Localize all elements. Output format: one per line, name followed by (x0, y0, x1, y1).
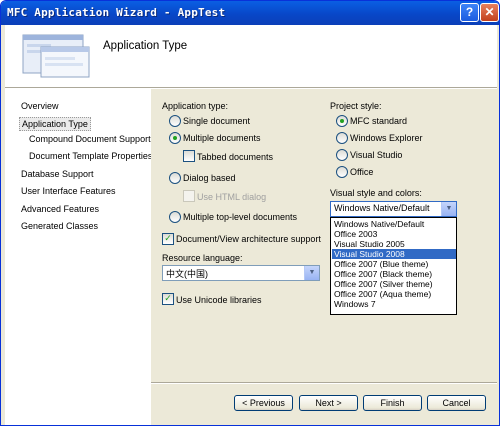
project-style-label: Project style: (330, 101, 382, 111)
wizard-nav: Overview Application Type Compound Docum… (5, 89, 152, 425)
visual-style-option[interactable]: Visual Studio 2005 (332, 239, 456, 249)
visual-style-dropdown: Windows Native/Default Office 2003 Visua… (330, 217, 457, 315)
radio-dialog-based[interactable] (169, 172, 181, 184)
page-title: Application Type (103, 40, 188, 52)
resource-language-value: 中文(中国) (166, 269, 208, 279)
nav-item-application-type[interactable]: Application Type (19, 117, 91, 131)
resource-language-label: Resource language: (162, 253, 243, 263)
footer-divider (151, 382, 497, 384)
use-html-dialog-label: Use HTML dialog (197, 192, 267, 202)
visual-style-option[interactable]: Windows Native/Default (332, 219, 456, 229)
title-bar[interactable]: MFC Application Wizard - AppTest ? ✕ (1, 1, 499, 25)
wizard-window: MFC Application Wizard - AppTest ? ✕ App… (0, 0, 500, 426)
doc-view-checkbox[interactable]: ✓ (162, 233, 174, 245)
finish-button[interactable]: Finish (363, 395, 422, 411)
mfc-standard-label[interactable]: MFC standard (350, 116, 407, 126)
visual-style-option[interactable]: Office 2007 (Blue theme) (332, 259, 456, 269)
radio-office[interactable] (336, 166, 348, 178)
previous-button[interactable]: < Previous (234, 395, 293, 411)
nav-item-advanced-features[interactable]: Advanced Features (21, 204, 99, 214)
nav-item-overview[interactable]: Overview (21, 101, 59, 111)
chevron-down-icon[interactable]: ▼ (304, 266, 319, 280)
use-html-dialog-checkbox (183, 190, 195, 202)
radio-windows-explorer[interactable] (336, 132, 348, 144)
windows-explorer-label[interactable]: Windows Explorer (350, 133, 423, 143)
radio-multiple-documents[interactable] (169, 132, 181, 144)
radio-multiple-top-level-documents[interactable] (169, 211, 181, 223)
visual-style-option[interactable]: Office 2007 (Silver theme) (332, 279, 456, 289)
visual-style-option[interactable]: Office 2007 (Black theme) (332, 269, 456, 279)
cancel-button[interactable]: Cancel (427, 395, 486, 411)
radio-visual-studio[interactable] (336, 149, 348, 161)
visual-style-option[interactable]: Windows 7 (332, 299, 456, 309)
nav-item-compound-document-support[interactable]: Compound Document Support (29, 134, 151, 144)
visual-style-option-highlighted[interactable]: Visual Studio 2008 (332, 249, 456, 259)
multiple-top-level-documents-label[interactable]: Multiple top-level documents (183, 212, 297, 222)
visual-style-value: Windows Native/Default (334, 203, 430, 213)
resource-language-select[interactable]: 中文(中国) ▼ (162, 265, 320, 281)
radio-single-document[interactable] (169, 115, 181, 127)
visual-studio-label[interactable]: Visual Studio (350, 150, 402, 160)
nav-item-generated-classes[interactable]: Generated Classes (21, 221, 98, 231)
nav-item-document-template-properties[interactable]: Document Template Properties (29, 151, 152, 161)
visual-style-select[interactable]: Windows Native/Default ▼ (330, 201, 457, 217)
close-icon: ✕ (484, 5, 495, 19)
close-button[interactable]: ✕ (480, 3, 499, 22)
multiple-documents-label[interactable]: Multiple documents (183, 133, 261, 143)
nav-item-database-support[interactable]: Database Support (21, 169, 94, 179)
application-type-label: Application type: (162, 101, 229, 111)
visual-style-option[interactable]: Office 2003 (332, 229, 456, 239)
tabbed-documents-checkbox[interactable] (183, 150, 195, 162)
chevron-down-icon[interactable]: ▼ (441, 202, 456, 216)
doc-view-label[interactable]: Document/View architecture support (176, 234, 321, 244)
wizard-banner-icon (19, 29, 93, 81)
visual-style-label: Visual style and colors: (330, 188, 422, 198)
dialog-based-label[interactable]: Dialog based (183, 173, 236, 183)
tabbed-documents-label[interactable]: Tabbed documents (197, 152, 273, 162)
window-title: MFC Application Wizard - AppTest (7, 6, 226, 19)
office-label[interactable]: Office (350, 167, 373, 177)
help-icon: ? (465, 5, 474, 19)
help-button[interactable]: ? (460, 3, 479, 22)
wizard-header: Application Type (5, 25, 497, 87)
radio-mfc-standard[interactable] (336, 115, 348, 127)
unicode-label[interactable]: Use Unicode libraries (176, 295, 262, 305)
unicode-checkbox[interactable]: ✓ (162, 293, 174, 305)
visual-style-option[interactable]: Office 2007 (Aqua theme) (332, 289, 456, 299)
single-document-label[interactable]: Single document (183, 116, 250, 126)
nav-item-user-interface-features[interactable]: User Interface Features (21, 186, 116, 196)
next-button[interactable]: Next > (299, 395, 358, 411)
